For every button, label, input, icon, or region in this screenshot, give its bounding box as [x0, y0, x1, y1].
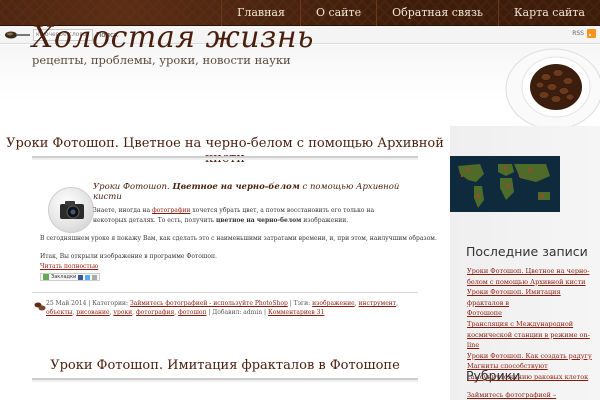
post-divider — [32, 292, 418, 293]
post-date: 25 Май 2014 — [46, 300, 87, 307]
p1-text-d: изображении. — [303, 217, 349, 224]
tag-link[interactable]: фотография — [136, 309, 174, 316]
tag-link[interactable]: уроки — [113, 309, 132, 316]
recent-posts-heading: Последние записи — [466, 244, 588, 259]
plus-icon — [43, 274, 49, 280]
rss-label: RSS — [572, 30, 584, 37]
rubrics-heading: Рубрики — [466, 368, 521, 383]
camera-thumbnail — [48, 187, 94, 233]
recent-posts-list: Уроки Фотошоп. Цветное на черно- белом с… — [467, 266, 597, 383]
tag-link[interactable]: инструмент — [358, 300, 396, 307]
p1-bold: цветное на черно-белом — [215, 217, 302, 224]
world-map-image — [450, 156, 560, 212]
recent-post-link[interactable]: белом с помощью Архивной кисти — [467, 277, 597, 288]
rubric-link[interactable]: Займитесь фотографией – используйте — [467, 390, 597, 400]
tag-link[interactable]: объекты — [46, 309, 72, 316]
bookmark-widget[interactable]: Закладки — [40, 273, 101, 281]
lead-part-1: Уроки Фотошоп. — [93, 182, 170, 192]
tag-link[interactable]: фотошоп — [178, 309, 206, 316]
coffee-beans-icon — [34, 302, 46, 311]
recent-post-link[interactable]: Уроки Фотошоп. Имитация фракталов в — [467, 287, 597, 308]
facebook-icon — [78, 274, 84, 280]
post-paragraph-1: Знаете, иногда на фотографии хочется убр… — [93, 206, 405, 226]
rubrics-list: Займитесь фотографией – используйте — [467, 390, 597, 400]
rss-link[interactable]: RSS — [572, 29, 596, 38]
spoon-icon — [5, 31, 30, 39]
coffee-cup-image — [505, 48, 600, 127]
p1-text-a: Знаете, иногда на — [93, 207, 151, 214]
p1-text-b: хочется убрать цвет, а потом восстановит… — [192, 207, 375, 214]
photo-link[interactable]: фотографии — [152, 207, 191, 214]
more-icon — [92, 274, 98, 280]
comments-link[interactable]: Комментариев 31 — [268, 309, 324, 316]
site-subtitle: рецепты, проблемы, уроки, новости науки — [32, 53, 291, 67]
post-paragraph-3: Итак, Вы открыли изображение в программе… — [40, 253, 217, 260]
rss-icon — [587, 29, 596, 38]
post-meta: 25 Май 2014 | Категории: Займитесь фотог… — [34, 297, 424, 319]
category-link[interactable]: Займитесь фотографией - используйте Phot… — [130, 300, 288, 307]
lead-part-2: Цветное на черно-белом — [172, 182, 300, 192]
tag-link[interactable]: рисование — [76, 309, 109, 316]
post-paragraph-2: В сегодняшнем уроке я покажу Вам, как сд… — [40, 235, 437, 242]
title-divider — [32, 156, 418, 160]
author-name: admin — [243, 309, 263, 316]
camera-icon — [60, 201, 84, 219]
p1-text-c: некоторых деталях. То есть, получить — [93, 217, 215, 224]
author-label: Добавил: — [212, 309, 242, 316]
nav-sitemap[interactable]: Карта сайта — [498, 0, 600, 26]
title-divider — [32, 378, 418, 382]
post-title-2[interactable]: Уроки Фотошоп. Имитация фракталов в Фото… — [0, 358, 450, 373]
category-label: Категории: — [92, 300, 129, 307]
tag-link[interactable]: изображение — [312, 300, 355, 307]
twitter-icon — [85, 274, 91, 280]
recent-post-link[interactable]: Уроки Фотошоп. Как создать радугу — [467, 351, 597, 362]
read-more-link[interactable]: Читать полностью — [40, 262, 98, 272]
bookmark-label: Закладки — [51, 274, 77, 280]
site-title[interactable]: Холостая жизнь — [32, 20, 314, 55]
recent-post-link[interactable]: Трансляция с Международной — [467, 319, 597, 330]
post-lead: Уроки Фотошоп. Цветное на черно-белом с … — [93, 182, 423, 202]
recent-post-link[interactable]: Уроки Фотошоп. Цветное на черно- — [467, 266, 597, 277]
recent-post-link[interactable]: Фотошопе — [467, 308, 597, 319]
recent-post-link[interactable]: космической станции в режиме on-line — [467, 330, 597, 351]
post-title-1[interactable]: Уроки Фотошоп. Цветное на черно-белом с … — [0, 136, 450, 166]
nav-feedback[interactable]: Обратная связь — [376, 0, 498, 26]
tags-label: Тэги: — [293, 300, 311, 307]
